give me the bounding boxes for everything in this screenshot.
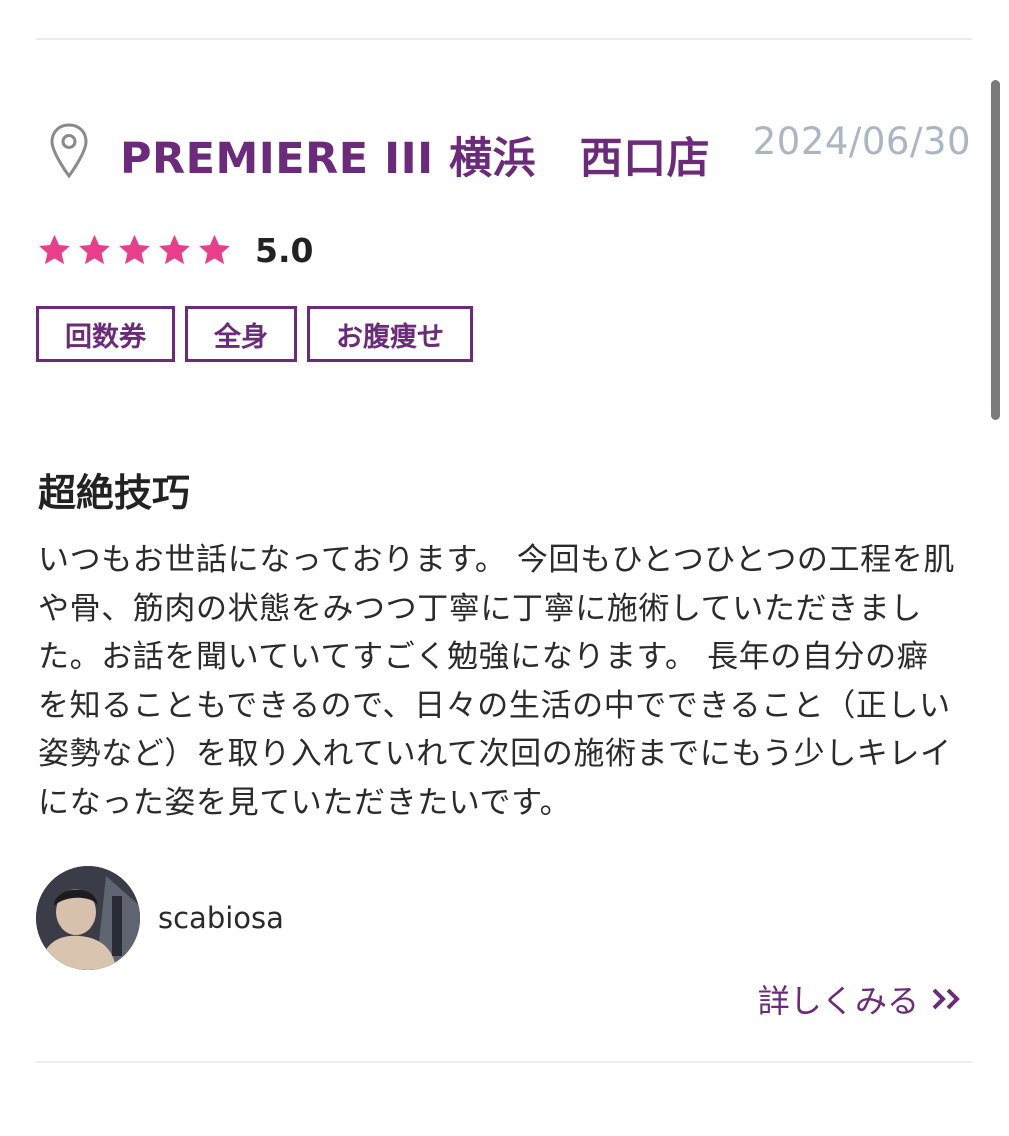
author-name[interactable]: scabiosa bbox=[158, 901, 284, 935]
review-header: PREMIERE III 横浜 西口店 2024/06/30 bbox=[40, 112, 975, 192]
tag-item[interactable]: お腹痩せ bbox=[307, 306, 473, 362]
review-body: いつもお世話になっております。 今回もひとつひとつの工程を肌や骨、筋肉の状態をみ… bbox=[38, 542, 955, 821]
star-icon bbox=[199, 234, 230, 264]
read-more-link[interactable]: 詳しくみる bbox=[758, 976, 963, 1022]
review-title: 超絶技巧 bbox=[38, 471, 191, 515]
star-icon bbox=[159, 234, 190, 264]
double-chevron-right-icon bbox=[932, 988, 960, 1010]
star-icon bbox=[79, 234, 110, 264]
read-more-label: 詳しくみる bbox=[757, 982, 919, 1020]
map-pin-icon bbox=[50, 123, 88, 179]
tag-item[interactable]: 回数券 bbox=[36, 306, 175, 362]
review-date: 2024/06/30 bbox=[752, 120, 971, 163]
star-icon bbox=[119, 234, 150, 264]
rating-value: 5.0 bbox=[255, 230, 314, 270]
tag-item[interactable]: 全身 bbox=[185, 306, 297, 362]
avatar[interactable] bbox=[36, 866, 140, 970]
shop-name[interactable]: PREMIERE III 横浜 西口店 bbox=[120, 124, 710, 186]
star-icon bbox=[39, 234, 70, 264]
bottom-divider bbox=[36, 1061, 972, 1063]
rating: 5.0 bbox=[36, 228, 313, 272]
top-divider bbox=[36, 38, 972, 40]
star-rating bbox=[36, 232, 233, 269]
review-author[interactable]: scabiosa bbox=[36, 866, 284, 970]
avatar-photo bbox=[36, 866, 140, 970]
tag-list: 回数券 全身 お腹痩せ bbox=[36, 306, 473, 362]
review-page: PREMIERE III 横浜 西口店 2024/06/30 5.0 回数券 全… bbox=[0, 0, 1009, 1136]
scrollbar[interactable] bbox=[991, 80, 1000, 420]
